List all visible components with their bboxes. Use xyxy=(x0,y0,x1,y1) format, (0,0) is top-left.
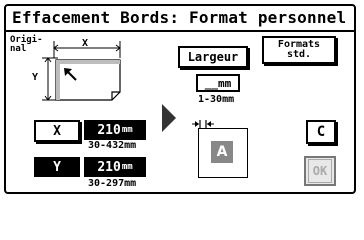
largeur-range: 1-30mm xyxy=(198,94,235,105)
largeur-value-field[interactable]: __ mm xyxy=(196,74,240,92)
page-title: Effacement Bords: Format personnel xyxy=(12,8,347,27)
formats-std-button[interactable]: Formats std. xyxy=(262,36,336,64)
largeur-value: __ xyxy=(204,76,218,90)
original-diagram: X Y xyxy=(32,38,121,101)
y-dimension-button-label: Y xyxy=(53,159,61,175)
triangle-right-icon xyxy=(162,104,176,132)
x-value: 210 xyxy=(97,122,121,138)
clear-button-label: C xyxy=(316,124,326,140)
y-dimension-button[interactable]: Y xyxy=(34,157,80,177)
x-dim-label: X xyxy=(82,38,88,49)
y-range: 30-297mm xyxy=(88,178,137,189)
y-unit: mm xyxy=(121,162,133,172)
largeur-button[interactable]: Largeur xyxy=(178,46,248,68)
title-divider xyxy=(6,30,354,32)
ok-button[interactable]: OK xyxy=(304,156,336,186)
x-range: 30-432mm xyxy=(88,140,137,151)
ok-button-inner: OK xyxy=(308,159,332,183)
clear-button[interactable]: C xyxy=(306,120,336,144)
x-unit: mm xyxy=(121,125,133,135)
y-dim-label: Y xyxy=(32,72,38,83)
formats-std-line2: std. xyxy=(286,49,312,60)
preview-letter: A xyxy=(211,141,233,163)
ok-button-label: OK xyxy=(312,164,328,178)
y-value: 210 xyxy=(97,159,121,175)
preview-page: A xyxy=(198,128,248,178)
edge-erase-custom-screen: Effacement Bords: Format personnel Origi… xyxy=(0,0,364,200)
largeur-unit: mm xyxy=(218,76,232,90)
x-value-display: 210 mm xyxy=(84,120,146,140)
y-value-display: 210 mm xyxy=(84,157,146,177)
x-dimension-button[interactable]: X xyxy=(34,120,80,142)
largeur-button-label: Largeur xyxy=(187,50,239,64)
x-dimension-button-label: X xyxy=(53,123,61,139)
